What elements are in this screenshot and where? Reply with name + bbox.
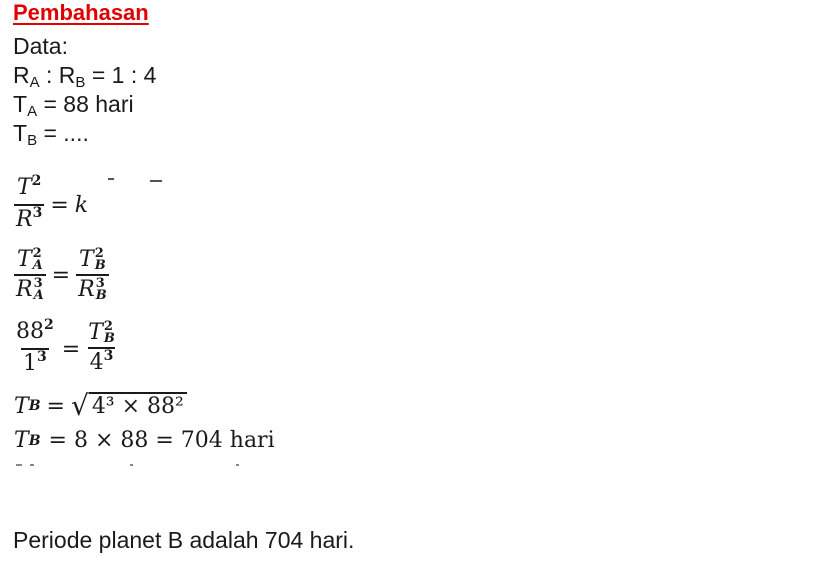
ta-symbol: T bbox=[13, 91, 28, 117]
equation-root: TB = √ 4³ × 88² bbox=[14, 392, 187, 420]
square-root: √ 4³ × 88² bbox=[71, 392, 187, 420]
tb-value: = .... bbox=[37, 120, 89, 146]
equation-ratio: T2A R3A = T2B R3B bbox=[14, 247, 109, 303]
fraction-right: T2B R3B bbox=[76, 247, 109, 303]
eq3-op: = bbox=[61, 336, 81, 362]
eq4-lhs: T bbox=[14, 393, 29, 419]
eq2-ln: T bbox=[16, 247, 32, 272]
ratio-value: = 1 : 4 bbox=[85, 62, 157, 88]
eq1-rhs: k bbox=[74, 192, 89, 218]
tb-symbol: T bbox=[13, 120, 28, 146]
radical-sign-icon: √ bbox=[70, 389, 89, 422]
eq2-ld: R bbox=[16, 277, 33, 302]
scan-artifact bbox=[108, 178, 114, 180]
equation-result: TB = 8 × 88 = 704 hari bbox=[14, 428, 275, 453]
eq3-rn: T bbox=[88, 320, 103, 345]
eq1-num-exp: 2 bbox=[31, 173, 42, 189]
eq2-op: = bbox=[51, 262, 71, 288]
equation-substitution: 882 13 = T2B 43 bbox=[14, 317, 117, 378]
fraction-left: 882 13 bbox=[14, 317, 56, 378]
fraction-right: T2B 43 bbox=[86, 320, 117, 377]
eq5-lhs: T bbox=[14, 428, 29, 453]
ratio-sep: : R bbox=[39, 62, 76, 88]
conclusion-text: Periode planet B adalah 704 hari. bbox=[13, 527, 355, 553]
ta-line: TA = 88 hari bbox=[13, 89, 134, 119]
scan-artifact bbox=[130, 464, 133, 466]
tb-sub: B bbox=[27, 132, 38, 149]
eq3-ln: 88 bbox=[16, 319, 44, 344]
eq4-op: = bbox=[46, 393, 65, 419]
scan-artifact bbox=[236, 464, 239, 466]
eq3-ld-exp: 3 bbox=[37, 349, 47, 365]
data-label: Data: bbox=[13, 33, 68, 59]
eq4-lhs-sub: B bbox=[28, 398, 41, 414]
scan-artifact bbox=[30, 464, 34, 466]
eq1-den: R bbox=[16, 207, 33, 232]
section-heading: Pembahasan bbox=[13, 0, 149, 25]
equation-kepler: T2 R3 = k bbox=[14, 173, 89, 234]
scan-artifact bbox=[16, 464, 22, 466]
eq2-rd: R bbox=[78, 277, 95, 302]
eq2-ln-sub: A bbox=[32, 258, 43, 273]
tb-line: TB = .... bbox=[13, 118, 89, 148]
eq5-lhs-sub: B bbox=[28, 432, 41, 449]
eq2-ld-sub: A bbox=[33, 288, 44, 303]
eq5-rhs: = 8 × 88 = 704 hari bbox=[48, 428, 275, 453]
eq3-rd-exp: 3 bbox=[103, 348, 114, 364]
scan-artifact bbox=[150, 180, 162, 182]
eq3-ln-exp: 2 bbox=[44, 317, 54, 333]
eq1-num: T bbox=[16, 175, 32, 200]
eq1-op: = bbox=[50, 192, 69, 218]
fraction: T2 R3 bbox=[14, 173, 45, 234]
eq4-radicand: 4³ × 88² bbox=[88, 392, 187, 420]
eq2-rn-sub: B bbox=[94, 258, 106, 273]
ta-value: = 88 hari bbox=[37, 91, 134, 117]
eq2-rn: T bbox=[79, 247, 94, 272]
ratio-line: RA : RB = 1 : 4 bbox=[13, 60, 156, 90]
fraction-left: T2A R3A bbox=[14, 247, 46, 303]
eq3-ld: 1 bbox=[23, 351, 37, 376]
eq3-rn-sub: B bbox=[103, 331, 115, 346]
eq1-den-exp: 3 bbox=[32, 205, 43, 221]
ratio-r: R bbox=[13, 62, 30, 88]
eq3-rd: 4 bbox=[89, 350, 104, 375]
eq2-rd-sub: B bbox=[95, 288, 107, 303]
